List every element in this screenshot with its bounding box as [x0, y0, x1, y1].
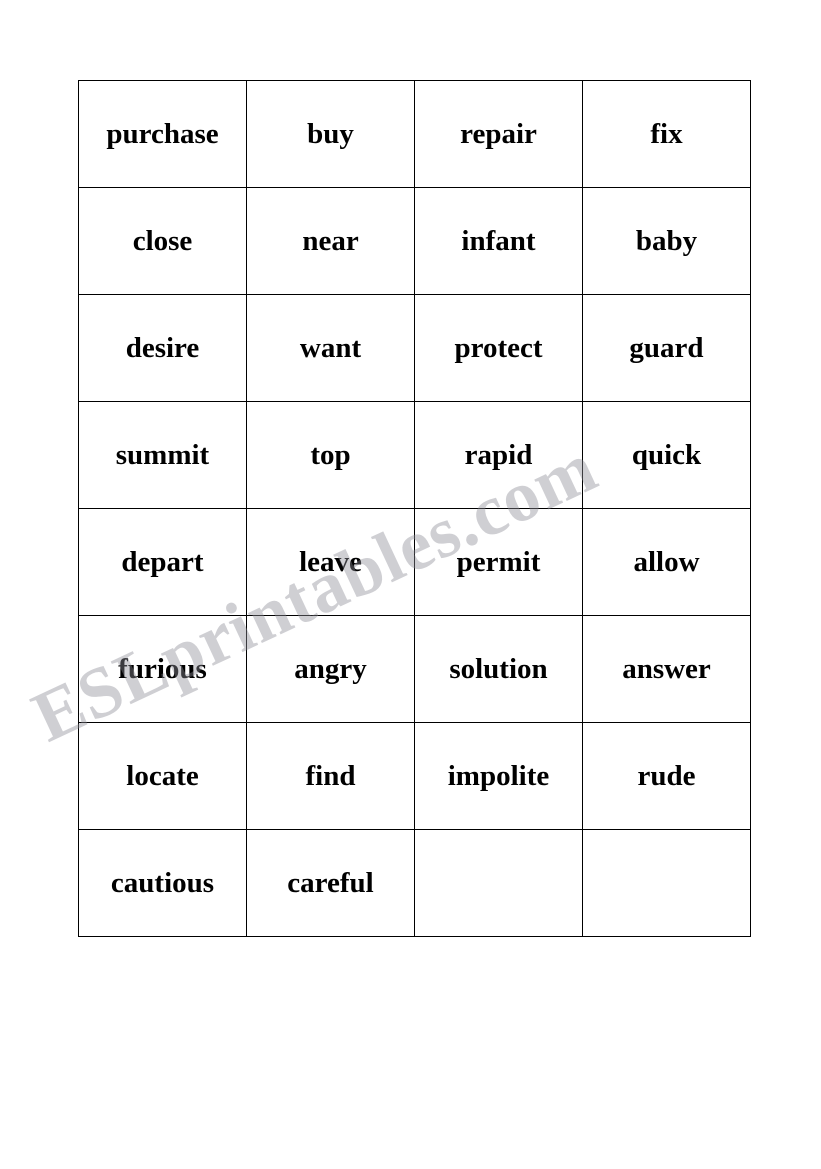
- word-cell: top: [246, 401, 415, 509]
- worksheet-page: purchase buy repair fix close near infan…: [0, 0, 821, 1169]
- word-cell: impolite: [414, 722, 583, 830]
- word-cell: close: [78, 187, 247, 295]
- table-row: desire want protect guard: [78, 294, 751, 402]
- table-row: cautious careful: [78, 829, 751, 937]
- word-cell: solution: [414, 615, 583, 723]
- word-cell: near: [246, 187, 415, 295]
- word-cell: rude: [582, 722, 751, 830]
- word-cell: depart: [78, 508, 247, 616]
- table-row: furious angry solution answer: [78, 615, 751, 723]
- table-row: summit top rapid quick: [78, 401, 751, 509]
- word-cell: baby: [582, 187, 751, 295]
- word-pairs-table: purchase buy repair fix close near infan…: [78, 80, 751, 937]
- word-cell: fix: [582, 80, 751, 188]
- word-cell: guard: [582, 294, 751, 402]
- word-cell: infant: [414, 187, 583, 295]
- table-row: close near infant baby: [78, 187, 751, 295]
- word-cell: quick: [582, 401, 751, 509]
- word-cell: locate: [78, 722, 247, 830]
- word-cell-empty: [582, 829, 751, 937]
- word-cell: angry: [246, 615, 415, 723]
- word-pairs-table-body: purchase buy repair fix close near infan…: [78, 80, 751, 937]
- word-pairs-table-container: purchase buy repair fix close near infan…: [78, 80, 751, 937]
- table-row: purchase buy repair fix: [78, 80, 751, 188]
- word-cell: want: [246, 294, 415, 402]
- table-row: locate find impolite rude: [78, 722, 751, 830]
- word-cell-empty: [414, 829, 583, 937]
- word-cell: allow: [582, 508, 751, 616]
- word-cell: purchase: [78, 80, 247, 188]
- word-cell: cautious: [78, 829, 247, 937]
- word-cell: permit: [414, 508, 583, 616]
- word-cell: desire: [78, 294, 247, 402]
- word-cell: careful: [246, 829, 415, 937]
- word-cell: buy: [246, 80, 415, 188]
- word-cell: find: [246, 722, 415, 830]
- word-cell: summit: [78, 401, 247, 509]
- word-cell: answer: [582, 615, 751, 723]
- word-cell: repair: [414, 80, 583, 188]
- table-row: depart leave permit allow: [78, 508, 751, 616]
- word-cell: protect: [414, 294, 583, 402]
- word-cell: furious: [78, 615, 247, 723]
- word-cell: leave: [246, 508, 415, 616]
- word-cell: rapid: [414, 401, 583, 509]
